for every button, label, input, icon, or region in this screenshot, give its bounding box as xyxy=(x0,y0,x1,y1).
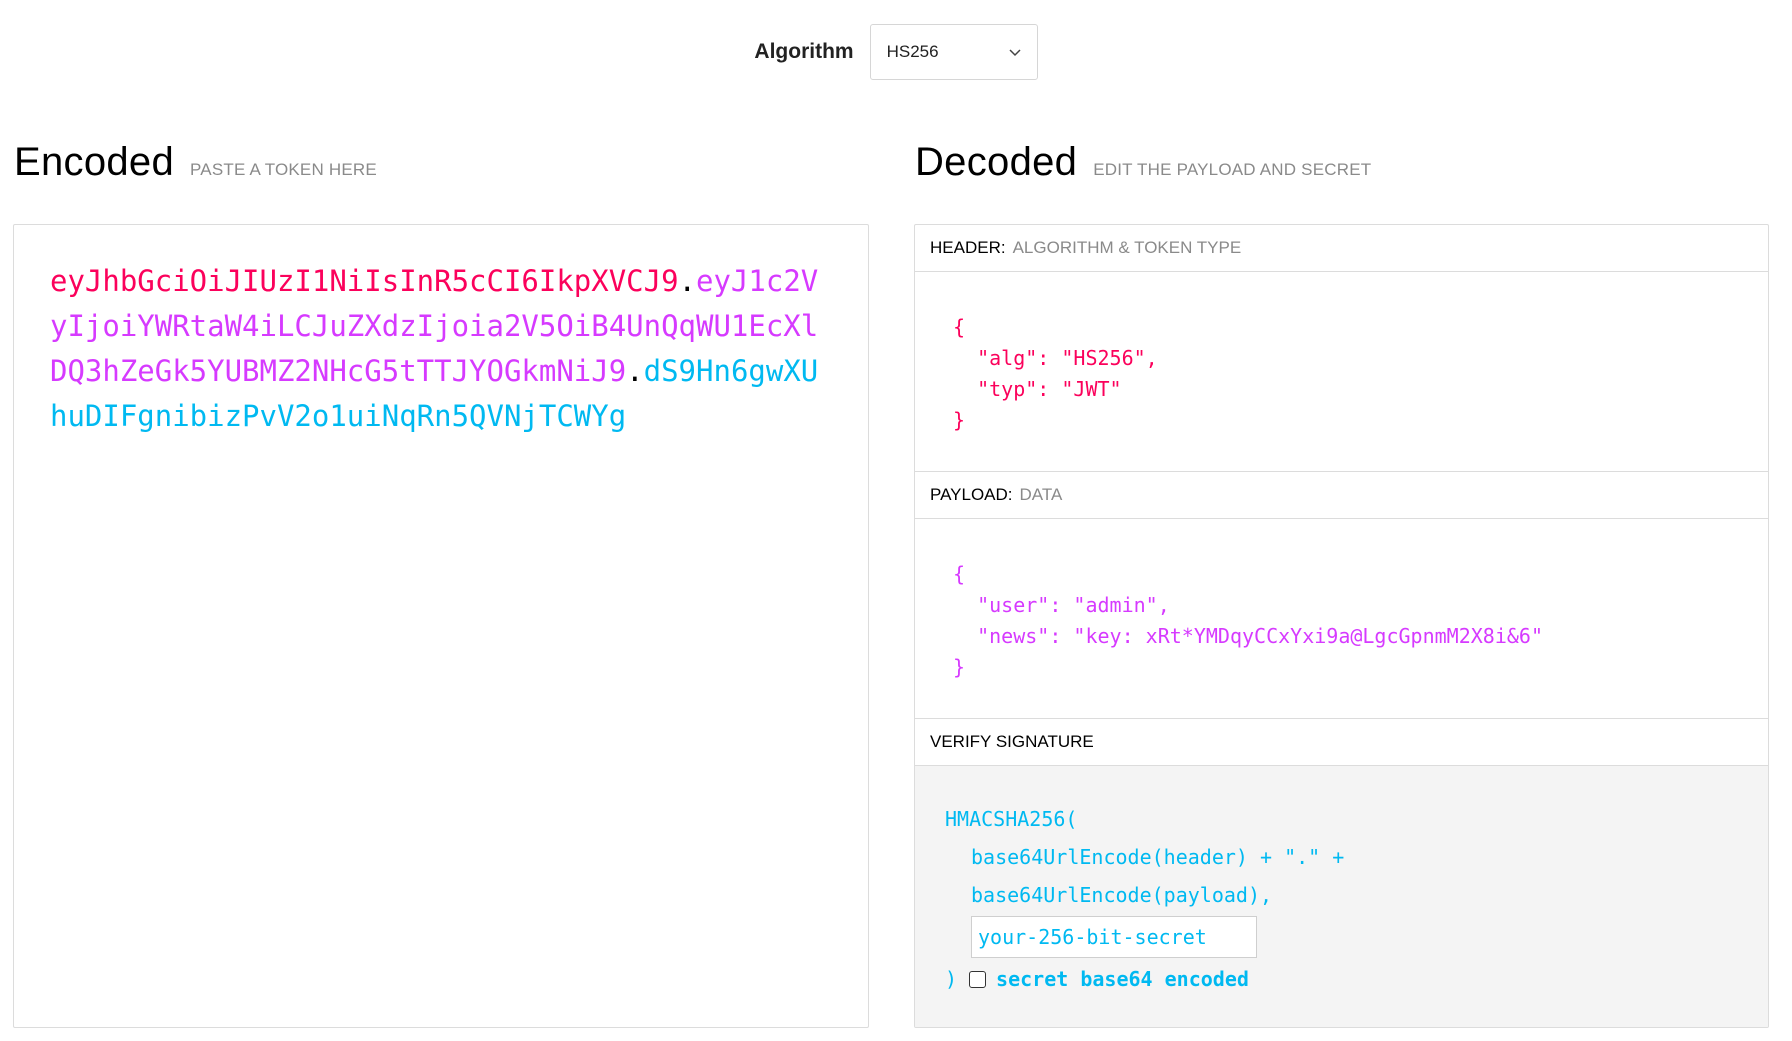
payload-section-label: PAYLOAD: xyxy=(930,485,1013,504)
verify-code: HMACSHA256( base64UrlEncode(header) + ".… xyxy=(915,766,1768,998)
decoded-heading: Decoded EDIT THE PAYLOAD AND SECRET xyxy=(915,140,1371,185)
decoded-title: Decoded xyxy=(915,140,1078,184)
secret-base64-checkbox[interactable] xyxy=(969,970,987,988)
algorithm-bar: Algorithm HS256 xyxy=(0,24,1792,80)
encoded-heading: Encoded PASTE A TOKEN HERE xyxy=(14,140,377,185)
header-section-sub: ALGORITHM & TOKEN TYPE xyxy=(1012,238,1242,257)
verify-signature-body: HMACSHA256( base64UrlEncode(header) + ".… xyxy=(915,766,1768,1027)
payload-section-sub: DATA xyxy=(1019,485,1063,504)
decoded-panel: HEADER: ALGORITHM & TOKEN TYPE { "alg": … xyxy=(914,224,1769,1028)
algorithm-selected-value: HS256 xyxy=(886,42,939,61)
header-json-text[interactable]: { "alg": "HS256", "typ": "JWT" } xyxy=(915,272,1768,436)
secret-base64-label: secret base64 encoded xyxy=(996,967,1249,991)
verify-close-paren: ) xyxy=(945,967,958,991)
payload-section-title: PAYLOAD: DATA xyxy=(915,472,1768,519)
payload-json-text[interactable]: { "user": "admin", "news": "key: xRt*YMD… xyxy=(915,519,1768,683)
verify-line-hmac: HMACSHA256( xyxy=(945,807,1078,831)
encoded-token-text[interactable]: eyJhbGciOiJIUzI1NiIsInR5cCI6IkpXVCJ9.eyJ… xyxy=(50,259,832,439)
verify-section-title: VERIFY SIGNATURE xyxy=(915,719,1768,766)
secret-input[interactable] xyxy=(971,916,1257,958)
verify-line-payload: base64UrlEncode(payload), xyxy=(971,883,1273,907)
header-section-title: HEADER: ALGORITHM & TOKEN TYPE xyxy=(915,225,1768,272)
encoded-subtitle: PASTE A TOKEN HERE xyxy=(190,160,377,179)
algorithm-label: Algorithm xyxy=(754,40,854,63)
encoded-token-editor[interactable]: eyJhbGciOiJIUzI1NiIsInR5cCI6IkpXVCJ9.eyJ… xyxy=(13,224,869,1028)
token-separator-dot: . xyxy=(678,264,697,298)
header-section-label: HEADER: xyxy=(930,238,1006,257)
verify-section-label: VERIFY SIGNATURE xyxy=(930,732,1094,751)
decoded-subtitle: EDIT THE PAYLOAD AND SECRET xyxy=(1093,160,1372,179)
token-separator-dot: . xyxy=(626,354,644,388)
header-json-editor[interactable]: { "alg": "HS256", "typ": "JWT" } xyxy=(915,272,1768,472)
encoded-title: Encoded xyxy=(14,140,175,184)
chevron-down-icon xyxy=(1009,49,1021,57)
verify-line-header: base64UrlEncode(header) + "." + xyxy=(971,845,1345,869)
payload-json-editor[interactable]: { "user": "admin", "news": "key: xRt*YMD… xyxy=(915,519,1768,719)
secret-base64-row: ) secret base64 encoded xyxy=(945,960,1768,998)
token-header-part: eyJhbGciOiJIUzI1NiIsInR5cCI6IkpXVCJ9 xyxy=(50,264,679,298)
algorithm-select[interactable]: HS256 xyxy=(869,24,1038,80)
